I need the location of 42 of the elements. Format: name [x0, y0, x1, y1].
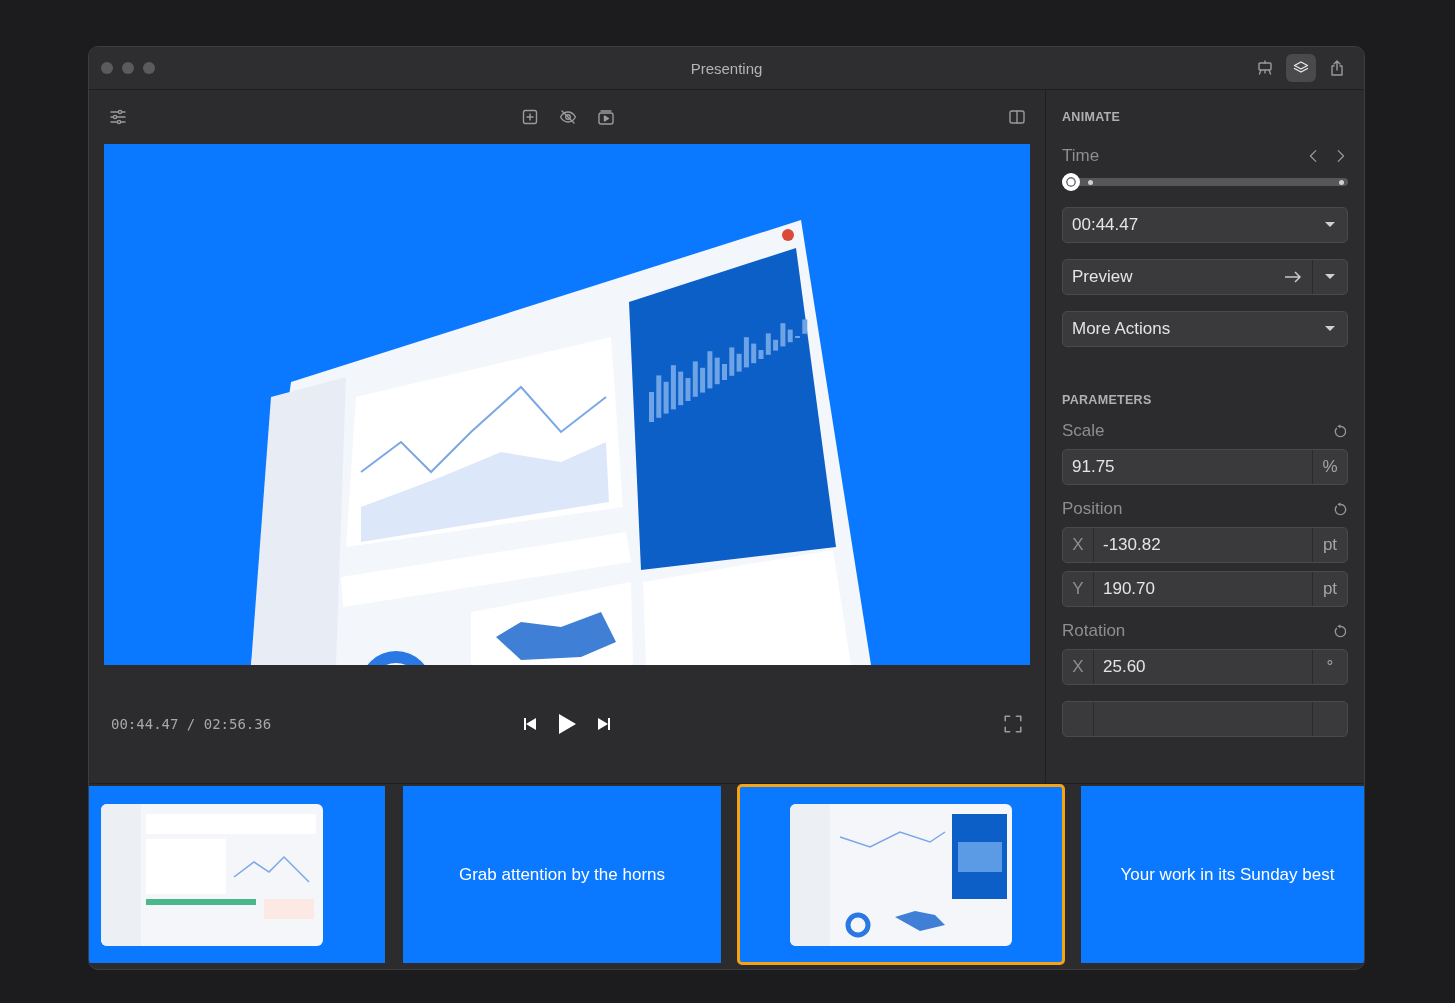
- number-field[interactable]: Y 190.70 pt: [1062, 571, 1348, 607]
- caret-icon: [1325, 222, 1335, 228]
- preview-button[interactable]: Preview: [1062, 259, 1348, 295]
- window-title: Presenting: [689, 59, 764, 77]
- more-actions-dropdown[interactable]: More Actions: [1062, 311, 1348, 347]
- slide-thumbnail[interactable]: [739, 786, 1063, 963]
- caret-icon[interactable]: [1325, 274, 1335, 280]
- split-view-icon[interactable]: [1008, 108, 1026, 126]
- reset-icon[interactable]: [1333, 423, 1348, 439]
- share-icon: [1328, 59, 1346, 77]
- slide-thumbnail[interactable]: [89, 786, 385, 963]
- slide-title: Your work in its Sunday best: [1120, 864, 1335, 885]
- video-icon[interactable]: [596, 108, 615, 126]
- add-icon[interactable]: [520, 108, 539, 126]
- slider-thumb[interactable]: [1062, 173, 1080, 191]
- parameter-label: Position: [1062, 499, 1123, 519]
- section-heading: ANIMATE: [1062, 110, 1122, 124]
- slide-title: Grab attention by the horns: [459, 864, 665, 885]
- hidden-eye-icon[interactable]: [558, 108, 577, 126]
- parameter-label: Rotation: [1062, 621, 1126, 641]
- number-field[interactable]: 91.75 %: [1062, 449, 1348, 485]
- section-heading: PARAMETERS: [1062, 393, 1153, 407]
- number-field[interactable]: X -130.82 pt: [1062, 527, 1348, 563]
- easel-icon: [1256, 59, 1274, 77]
- time-dropdown[interactable]: 00:44.47: [1062, 207, 1348, 243]
- fullscreen-icon[interactable]: [1003, 714, 1023, 734]
- sliders-icon[interactable]: [109, 108, 127, 126]
- time-label: Time: [1062, 146, 1100, 166]
- parameter-label: Scale: [1062, 421, 1105, 441]
- caret-icon: [1325, 326, 1335, 332]
- skip-back-icon[interactable]: [523, 717, 537, 731]
- toolbar-button[interactable]: [1286, 54, 1316, 82]
- slide-thumbnail[interactable]: Grab attention by the horns: [403, 786, 721, 963]
- skip-forward-icon[interactable]: [597, 717, 611, 731]
- reset-icon[interactable]: [1333, 501, 1348, 517]
- playback-time: 00:44.47 / 02:56.36: [111, 716, 273, 732]
- arrow-right-icon: [1284, 270, 1302, 284]
- reset-icon[interactable]: [1333, 623, 1348, 639]
- slide-thumbnail[interactable]: Your work in its Sunday best: [1081, 786, 1364, 963]
- play-icon[interactable]: [557, 713, 577, 735]
- time-slider[interactable]: [1062, 173, 1348, 191]
- number-field[interactable]: X 25.60 °: [1062, 649, 1348, 685]
